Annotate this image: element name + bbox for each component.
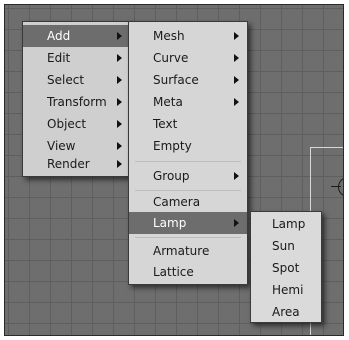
submenu-arrow-icon bbox=[117, 160, 122, 168]
menu-item-label: Area bbox=[272, 305, 300, 319]
submenu-arrow-icon bbox=[117, 142, 122, 150]
menu-item-label: Transform bbox=[47, 95, 107, 109]
menu-item-label: Lamp bbox=[153, 216, 187, 230]
menu-item-label: Lamp bbox=[272, 217, 306, 231]
submenu-arrow-icon bbox=[234, 98, 239, 106]
submenu-arrow-icon bbox=[234, 32, 239, 40]
menu-item-edit[interactable]: Edit bbox=[23, 47, 130, 69]
submenu-arrow-icon bbox=[117, 98, 122, 106]
submenu-arrow-icon bbox=[234, 172, 239, 180]
add-item-empty[interactable]: Empty bbox=[129, 135, 247, 157]
menu-item-label: Empty bbox=[153, 139, 192, 153]
add-item-surface[interactable]: Surface bbox=[129, 69, 247, 91]
toolbox-menu: Add Edit Select Transform Object View Re… bbox=[22, 21, 131, 177]
submenu-arrow-icon bbox=[117, 76, 122, 84]
menu-item-label: Add bbox=[47, 29, 71, 43]
lamp-item-lamp[interactable]: Lamp bbox=[251, 213, 321, 235]
menu-item-label: Edit bbox=[47, 51, 71, 65]
lamp-item-spot[interactable]: Spot bbox=[251, 257, 321, 279]
menu-item-label: Mesh bbox=[153, 29, 185, 43]
menu-item-label: Render bbox=[47, 157, 90, 171]
lamp-item-sun[interactable]: Sun bbox=[251, 235, 321, 257]
menu-item-label: Group bbox=[153, 169, 190, 183]
menu-item-label: Lattice bbox=[153, 265, 194, 279]
submenu-arrow-icon bbox=[234, 76, 239, 84]
submenu-arrow-icon bbox=[117, 120, 122, 128]
menu-item-label: Spot bbox=[272, 261, 300, 275]
add-item-curve[interactable]: Curve bbox=[129, 47, 247, 69]
add-item-lattice[interactable]: Lattice bbox=[129, 261, 247, 283]
add-item-group[interactable]: Group bbox=[129, 165, 247, 187]
menu-item-label: Hemi bbox=[272, 283, 304, 297]
add-item-meta[interactable]: Meta bbox=[129, 91, 247, 113]
menu-item-select[interactable]: Select bbox=[23, 69, 130, 91]
add-item-armature[interactable]: Armature bbox=[129, 240, 247, 262]
menu-item-label: Curve bbox=[153, 51, 189, 65]
submenu-arrow-icon bbox=[234, 54, 239, 62]
menu-item-label: Armature bbox=[153, 244, 210, 258]
lamp-item-area[interactable]: Area bbox=[251, 301, 321, 323]
menu-item-label: Surface bbox=[153, 73, 199, 87]
menu-separator bbox=[135, 237, 241, 238]
menu-item-label: Select bbox=[47, 73, 85, 87]
add-item-mesh[interactable]: Mesh bbox=[129, 25, 247, 47]
menu-item-label: Object bbox=[47, 117, 87, 131]
menu-item-transform[interactable]: Transform bbox=[23, 91, 130, 113]
lamp-item-hemi[interactable]: Hemi bbox=[251, 279, 321, 301]
menu-item-label: Sun bbox=[272, 239, 295, 253]
add-item-lamp[interactable]: Lamp bbox=[129, 212, 247, 234]
menu-item-label: Camera bbox=[153, 195, 201, 209]
add-item-camera[interactable]: Camera bbox=[129, 191, 247, 213]
menu-item-render[interactable]: Render bbox=[23, 153, 130, 175]
submenu-arrow-icon bbox=[117, 32, 122, 40]
menu-item-label: View bbox=[47, 139, 76, 153]
lamp-submenu: Lamp Sun Spot Hemi Area bbox=[250, 211, 322, 323]
add-submenu: Mesh Curve Surface Meta Text Empty Group… bbox=[128, 21, 248, 285]
menu-item-add[interactable]: Add bbox=[23, 25, 130, 47]
submenu-arrow-icon bbox=[234, 219, 239, 227]
menu-separator bbox=[135, 161, 241, 162]
menu-item-object[interactable]: Object bbox=[23, 113, 130, 135]
menu-item-label: Text bbox=[153, 117, 178, 131]
add-item-text[interactable]: Text bbox=[129, 113, 247, 135]
menu-item-label: Meta bbox=[153, 95, 183, 109]
submenu-arrow-icon bbox=[117, 54, 122, 62]
